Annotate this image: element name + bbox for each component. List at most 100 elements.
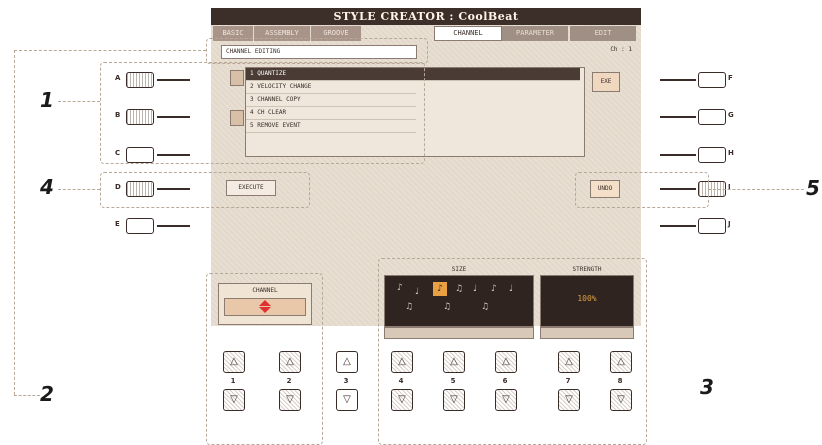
updown-1[interactable]: △ 1 ▽	[223, 351, 245, 411]
note-8-icon: ♩	[473, 284, 478, 294]
screen-title: STYLE CREATOR : CoolBeat	[333, 10, 519, 23]
letter-e: E	[115, 220, 120, 228]
down-arrow-icon: ▽	[617, 394, 625, 405]
down-arrow-icon: ▽	[230, 394, 238, 405]
strength-label: STRENGTH	[572, 266, 602, 273]
button-h[interactable]	[698, 147, 726, 163]
page-indicator: Ch : 1	[610, 46, 632, 53]
updown-5[interactable]: △ 5 ▽	[443, 351, 465, 411]
down-arrow-icon: ▽	[502, 394, 510, 405]
callout-5-leader	[708, 189, 804, 190]
callout-4: 4	[40, 175, 54, 199]
callout-1-leader	[58, 101, 100, 102]
letter-g: G	[728, 111, 734, 119]
channel-control[interactable]: CHANNEL	[218, 283, 312, 325]
down-arrow-icon: ▽	[286, 394, 294, 405]
connector-f	[660, 79, 696, 81]
updown-6[interactable]: △ 6 ▽	[495, 351, 517, 411]
down-button-3[interactable]: ▽	[336, 389, 358, 411]
down-arrow-icon: ▽	[398, 394, 406, 405]
callout-2-leader	[14, 395, 40, 396]
channel-selector	[224, 298, 306, 316]
up-arrow-icon: △	[230, 356, 238, 367]
down-button-7[interactable]: ▽	[558, 389, 580, 411]
note-swing-1-icon: ♫	[405, 302, 414, 312]
size-label: SIZE	[451, 266, 467, 273]
group-5-outline	[575, 172, 709, 208]
group-1-outline	[100, 62, 425, 164]
number-2: 2	[286, 377, 292, 385]
callout-1: 1	[40, 88, 54, 112]
button-f[interactable]	[698, 72, 726, 88]
number-3: 3	[343, 377, 349, 385]
up-button-7[interactable]: △	[558, 351, 580, 373]
size-slider[interactable]	[384, 327, 534, 339]
button-e[interactable]	[126, 218, 154, 234]
note-4-icon: ♩	[509, 284, 514, 294]
callout-2: 2	[40, 382, 54, 406]
note-swing-3-icon: ♫	[481, 302, 490, 312]
down-arrow-icon: ▽	[565, 394, 573, 405]
up-button-2[interactable]: △	[279, 351, 301, 373]
note-24-icon: ♩	[415, 287, 420, 297]
button-j[interactable]	[698, 218, 726, 234]
strength-slider[interactable]	[540, 327, 634, 339]
tab-edit[interactable]: EDIT	[570, 26, 636, 41]
title-bar: STYLE CREATOR : CoolBeat	[211, 8, 641, 25]
callout-2-vert	[14, 50, 15, 395]
down-button-6[interactable]: ▽	[495, 389, 517, 411]
note-32-icon: ♪	[397, 283, 403, 293]
connector-j	[660, 225, 696, 227]
up-arrow-icon: △	[398, 356, 406, 367]
note-6-icon: ♪	[491, 284, 497, 294]
updown-7[interactable]: △ 7 ▽	[558, 351, 580, 411]
note-swing-2-icon: ♫	[443, 302, 452, 312]
updown-4[interactable]: △ 4 ▽	[391, 351, 413, 411]
up-arrow-icon: △	[617, 356, 625, 367]
down-button-5[interactable]: ▽	[443, 389, 465, 411]
button-g[interactable]	[698, 109, 726, 125]
number-8: 8	[617, 377, 623, 385]
callout-4-leader	[58, 189, 100, 190]
tab-parameter[interactable]: PARAMETER	[502, 26, 568, 41]
callout-5: 5	[806, 176, 820, 200]
up-button-1[interactable]: △	[223, 351, 245, 373]
strength-gadget[interactable]: STRENGTH 100%	[540, 266, 634, 327]
group-2-top-outline	[206, 38, 428, 64]
letter-h: H	[728, 149, 734, 157]
updown-2[interactable]: △ 2 ▽	[279, 351, 301, 411]
down-button-8[interactable]: ▽	[610, 389, 632, 411]
channel-up-icon	[259, 300, 271, 306]
callout-3: 3	[700, 375, 714, 399]
size-gadget[interactable]: SIZE ♪ ♩ ♪ ♫ ♩ ♪ ♩ ♫ ♫ ♫	[384, 266, 534, 327]
exe-button[interactable]: EXE	[592, 72, 620, 92]
tab-channel[interactable]: CHANNEL	[434, 26, 502, 41]
channel-down-icon	[259, 307, 271, 313]
up-arrow-icon: △	[343, 356, 351, 367]
note-16-icon[interactable]: ♪	[433, 282, 447, 296]
updown-3[interactable]: △ 3 ▽	[336, 351, 358, 411]
up-button-6[interactable]: △	[495, 351, 517, 373]
up-arrow-icon: △	[565, 356, 573, 367]
letter-j: J	[728, 220, 731, 228]
number-4: 4	[398, 377, 404, 385]
channel-label: CHANNEL	[252, 287, 278, 294]
callout-2-top	[14, 50, 206, 51]
up-button-3[interactable]: △	[336, 351, 358, 373]
number-6: 6	[502, 377, 508, 385]
down-button-1[interactable]: ▽	[223, 389, 245, 411]
up-button-5[interactable]: △	[443, 351, 465, 373]
updown-8[interactable]: △ 8 ▽	[610, 351, 632, 411]
number-5: 5	[450, 377, 456, 385]
letter-f: F	[728, 74, 733, 82]
down-arrow-icon: ▽	[343, 394, 351, 405]
strength-value: 100%	[577, 294, 597, 303]
up-arrow-icon: △	[450, 356, 458, 367]
down-button-4[interactable]: ▽	[391, 389, 413, 411]
exe-button-label: EXE	[600, 78, 612, 85]
up-button-4[interactable]: △	[391, 351, 413, 373]
down-button-2[interactable]: ▽	[279, 389, 301, 411]
up-button-8[interactable]: △	[610, 351, 632, 373]
down-arrow-icon: ▽	[450, 394, 458, 405]
connector-e	[157, 225, 190, 227]
